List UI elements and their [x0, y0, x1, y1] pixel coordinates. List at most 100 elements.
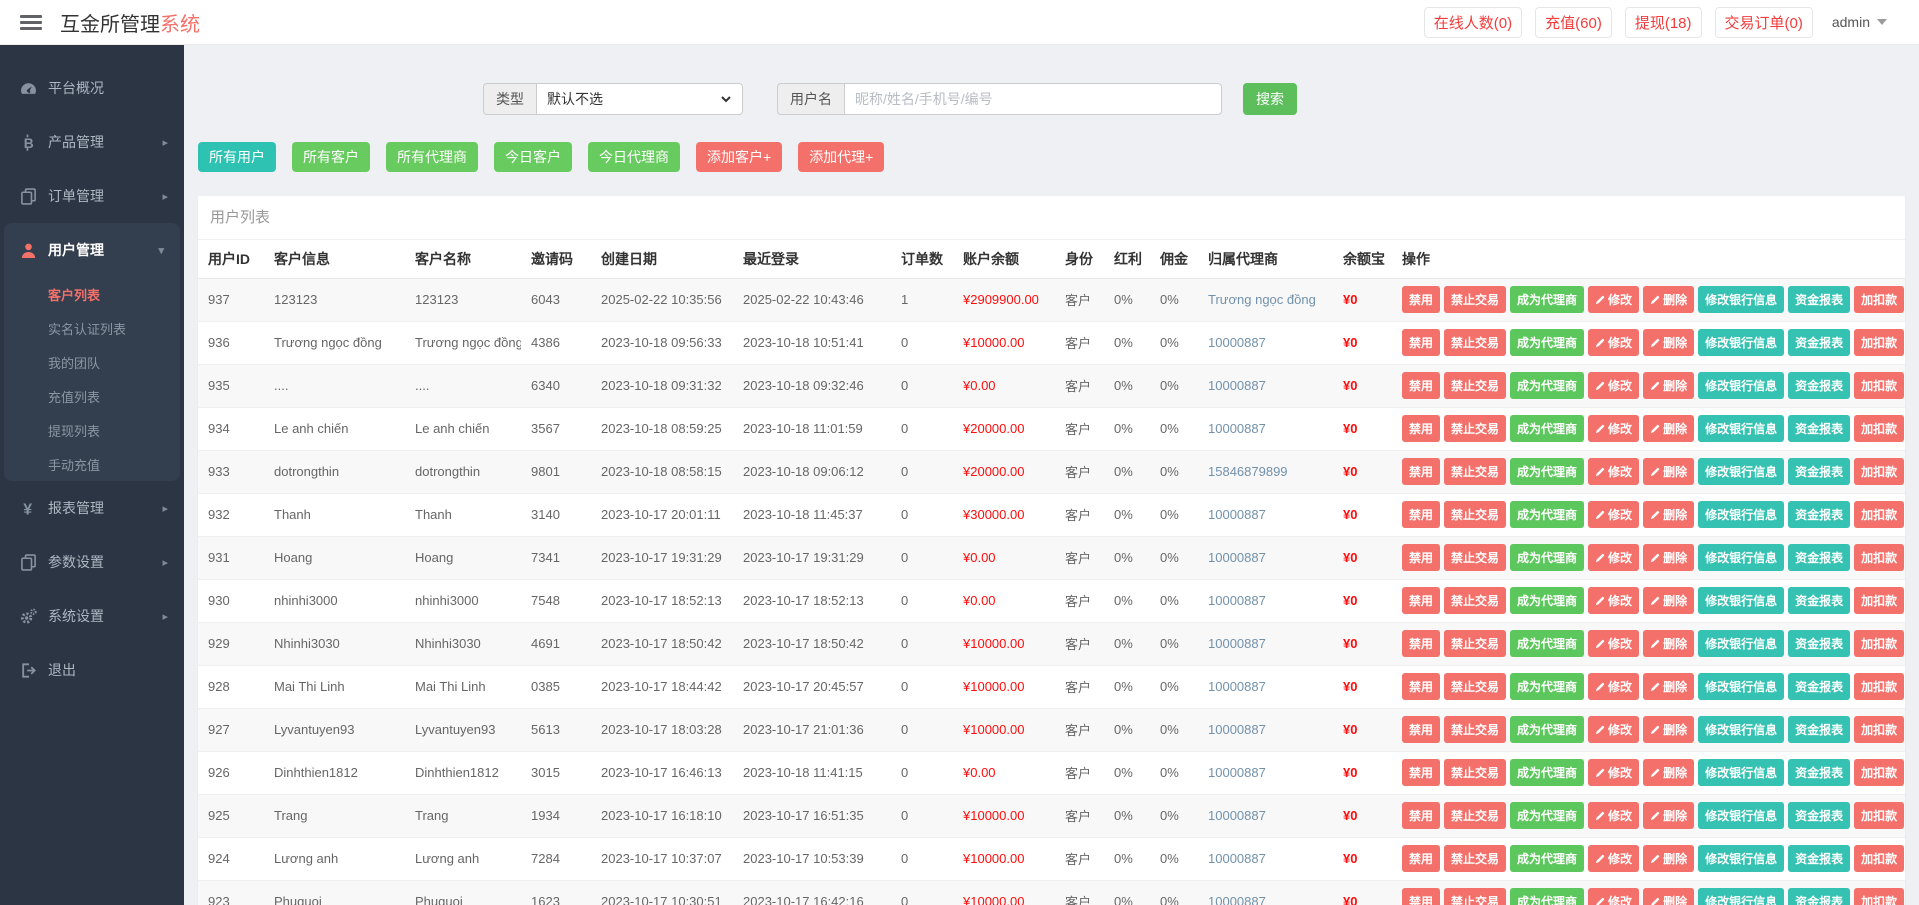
- action-adjust-funds-button[interactable]: 加扣款: [1854, 845, 1904, 872]
- cell-agent[interactable]: 10000887: [1198, 751, 1333, 794]
- action-disable-button[interactable]: 禁用: [1402, 587, 1440, 614]
- action-disable-button[interactable]: 禁用: [1402, 888, 1440, 905]
- action-ban-trade-button[interactable]: 禁止交易: [1444, 501, 1506, 528]
- action-edit-button[interactable]: 修改: [1588, 802, 1639, 829]
- action-make-agent-button[interactable]: 成为代理商: [1510, 716, 1584, 743]
- action-make-agent-button[interactable]: 成为代理商: [1510, 587, 1584, 614]
- sidebar-item-report-management[interactable]: ¥报表管理▸: [0, 481, 184, 535]
- sidebar-subitem-manual-recharge[interactable]: 手动充值: [4, 447, 180, 481]
- action-adjust-funds-button[interactable]: 加扣款: [1854, 630, 1904, 657]
- all-agents-button[interactable]: 所有代理商: [386, 142, 478, 172]
- action-edit-bank-button[interactable]: 修改银行信息: [1698, 802, 1784, 829]
- action-edit-button[interactable]: 修改: [1588, 845, 1639, 872]
- sidebar-item-product-management[interactable]: B产品管理▸: [0, 115, 184, 169]
- cell-agent[interactable]: 10000887: [1198, 837, 1333, 880]
- action-edit-button[interactable]: 修改: [1588, 673, 1639, 700]
- sidebar-subitem-withdraw-list[interactable]: 提现列表: [4, 413, 180, 447]
- action-ban-trade-button[interactable]: 禁止交易: [1444, 673, 1506, 700]
- sidebar-subitem-customer-list[interactable]: 客户列表: [4, 277, 180, 311]
- sidebar-item-user-management[interactable]: 用户管理▾: [4, 223, 180, 277]
- action-fund-report-button[interactable]: 资金报表: [1788, 286, 1850, 313]
- action-adjust-funds-button[interactable]: 加扣款: [1854, 329, 1904, 356]
- action-delete-button[interactable]: 删除: [1643, 673, 1694, 700]
- action-adjust-funds-button[interactable]: 加扣款: [1854, 544, 1904, 571]
- action-adjust-funds-button[interactable]: 加扣款: [1854, 458, 1904, 485]
- action-adjust-funds-button[interactable]: 加扣款: [1854, 759, 1904, 786]
- search-button[interactable]: 搜索: [1243, 83, 1297, 115]
- action-ban-trade-button[interactable]: 禁止交易: [1444, 845, 1506, 872]
- action-fund-report-button[interactable]: 资金报表: [1788, 802, 1850, 829]
- stat-chip-online-count[interactable]: 在线人数(0): [1424, 7, 1522, 38]
- action-adjust-funds-button[interactable]: 加扣款: [1854, 587, 1904, 614]
- action-disable-button[interactable]: 禁用: [1402, 802, 1440, 829]
- action-disable-button[interactable]: 禁用: [1402, 458, 1440, 485]
- cell-agent[interactable]: 10000887: [1198, 493, 1333, 536]
- action-delete-button[interactable]: 删除: [1643, 716, 1694, 743]
- action-edit-button[interactable]: 修改: [1588, 372, 1639, 399]
- action-delete-button[interactable]: 删除: [1643, 329, 1694, 356]
- action-make-agent-button[interactable]: 成为代理商: [1510, 329, 1584, 356]
- add-agent-button[interactable]: 添加代理+: [798, 142, 884, 172]
- action-disable-button[interactable]: 禁用: [1402, 501, 1440, 528]
- action-ban-trade-button[interactable]: 禁止交易: [1444, 802, 1506, 829]
- action-fund-report-button[interactable]: 资金报表: [1788, 458, 1850, 485]
- action-make-agent-button[interactable]: 成为代理商: [1510, 802, 1584, 829]
- action-disable-button[interactable]: 禁用: [1402, 845, 1440, 872]
- all-users-button[interactable]: 所有用户: [198, 142, 276, 172]
- action-delete-button[interactable]: 删除: [1643, 759, 1694, 786]
- action-ban-trade-button[interactable]: 禁止交易: [1444, 286, 1506, 313]
- sidebar-item-logout[interactable]: 退出: [0, 643, 184, 697]
- action-delete-button[interactable]: 删除: [1643, 888, 1694, 905]
- action-edit-button[interactable]: 修改: [1588, 759, 1639, 786]
- action-delete-button[interactable]: 删除: [1643, 587, 1694, 614]
- action-disable-button[interactable]: 禁用: [1402, 329, 1440, 356]
- action-fund-report-button[interactable]: 资金报表: [1788, 630, 1850, 657]
- action-delete-button[interactable]: 删除: [1643, 458, 1694, 485]
- action-ban-trade-button[interactable]: 禁止交易: [1444, 415, 1506, 442]
- action-disable-button[interactable]: 禁用: [1402, 372, 1440, 399]
- action-delete-button[interactable]: 删除: [1643, 544, 1694, 571]
- action-fund-report-button[interactable]: 资金报表: [1788, 759, 1850, 786]
- action-adjust-funds-button[interactable]: 加扣款: [1854, 802, 1904, 829]
- sidebar-item-parameter-settings[interactable]: 参数设置▸: [0, 535, 184, 589]
- action-delete-button[interactable]: 删除: [1643, 845, 1694, 872]
- action-ban-trade-button[interactable]: 禁止交易: [1444, 458, 1506, 485]
- username-input[interactable]: [844, 83, 1222, 115]
- action-edit-button[interactable]: 修改: [1588, 286, 1639, 313]
- action-ban-trade-button[interactable]: 禁止交易: [1444, 329, 1506, 356]
- action-disable-button[interactable]: 禁用: [1402, 544, 1440, 571]
- action-make-agent-button[interactable]: 成为代理商: [1510, 845, 1584, 872]
- action-edit-button[interactable]: 修改: [1588, 458, 1639, 485]
- cell-agent[interactable]: 10000887: [1198, 622, 1333, 665]
- action-ban-trade-button[interactable]: 禁止交易: [1444, 630, 1506, 657]
- action-disable-button[interactable]: 禁用: [1402, 630, 1440, 657]
- action-make-agent-button[interactable]: 成为代理商: [1510, 372, 1584, 399]
- cell-agent[interactable]: 10000887: [1198, 579, 1333, 622]
- action-edit-bank-button[interactable]: 修改银行信息: [1698, 630, 1784, 657]
- action-fund-report-button[interactable]: 资金报表: [1788, 415, 1850, 442]
- action-adjust-funds-button[interactable]: 加扣款: [1854, 415, 1904, 442]
- action-edit-bank-button[interactable]: 修改银行信息: [1698, 673, 1784, 700]
- action-fund-report-button[interactable]: 资金报表: [1788, 329, 1850, 356]
- action-adjust-funds-button[interactable]: 加扣款: [1854, 888, 1904, 905]
- action-edit-bank-button[interactable]: 修改银行信息: [1698, 587, 1784, 614]
- action-adjust-funds-button[interactable]: 加扣款: [1854, 501, 1904, 528]
- admin-dropdown[interactable]: admin: [1832, 14, 1887, 30]
- action-delete-button[interactable]: 删除: [1643, 372, 1694, 399]
- action-ban-trade-button[interactable]: 禁止交易: [1444, 372, 1506, 399]
- action-make-agent-button[interactable]: 成为代理商: [1510, 759, 1584, 786]
- action-make-agent-button[interactable]: 成为代理商: [1510, 458, 1584, 485]
- action-disable-button[interactable]: 禁用: [1402, 716, 1440, 743]
- action-edit-button[interactable]: 修改: [1588, 716, 1639, 743]
- cell-agent[interactable]: 10000887: [1198, 407, 1333, 450]
- sidebar-subitem-my-team[interactable]: 我的团队: [4, 345, 180, 379]
- action-make-agent-button[interactable]: 成为代理商: [1510, 630, 1584, 657]
- action-edit-bank-button[interactable]: 修改银行信息: [1698, 888, 1784, 905]
- action-fund-report-button[interactable]: 资金报表: [1788, 501, 1850, 528]
- action-make-agent-button[interactable]: 成为代理商: [1510, 286, 1584, 313]
- hamburger-menu-icon[interactable]: [20, 12, 42, 33]
- action-edit-button[interactable]: 修改: [1588, 587, 1639, 614]
- action-make-agent-button[interactable]: 成为代理商: [1510, 544, 1584, 571]
- action-adjust-funds-button[interactable]: 加扣款: [1854, 286, 1904, 313]
- action-ban-trade-button[interactable]: 禁止交易: [1444, 587, 1506, 614]
